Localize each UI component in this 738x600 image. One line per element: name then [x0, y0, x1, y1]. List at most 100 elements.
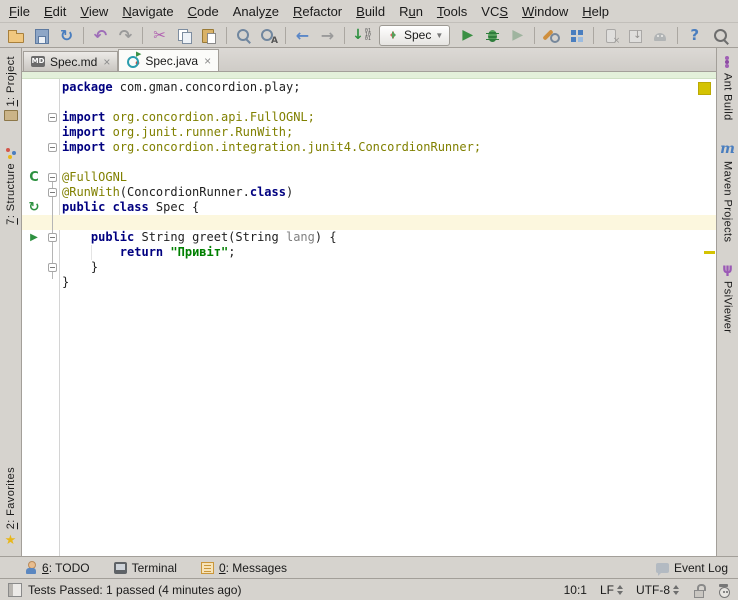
find-icon[interactable]: [231, 25, 256, 46]
run-method-icon[interactable]: [26, 230, 42, 245]
tab-close-icon[interactable]: ×: [103, 55, 110, 69]
hector-icon[interactable]: [717, 583, 730, 598]
line-separator-widget[interactable]: LF: [600, 583, 623, 597]
tab-close-icon[interactable]: ×: [204, 54, 211, 68]
tab-spec-md[interactable]: Spec.md ×: [23, 51, 119, 71]
run-icon[interactable]: [455, 25, 480, 46]
code-line-14[interactable]: }: [62, 275, 69, 290]
coverage-icon[interactable]: [505, 25, 530, 46]
code-line-11[interactable]: public String greet(String lang) {: [62, 230, 337, 245]
menu-file[interactable]: File: [2, 2, 37, 21]
copy-icon[interactable]: [172, 25, 197, 46]
code-line-13[interactable]: }: [62, 260, 98, 275]
application-window: File Edit View Navigate Code Analyze Refactor B…: [0, 0, 738, 600]
code-line-9[interactable]: public class Spec {: [62, 200, 199, 215]
menu-view[interactable]: View: [73, 2, 115, 21]
forward-icon[interactable]: [315, 25, 340, 46]
tool-button-terminal[interactable]: Terminal: [113, 561, 177, 575]
indent-guide-line: [90, 245, 92, 260]
warning-stripe-mark[interactable]: [704, 251, 715, 254]
caret-position-widget[interactable]: 10:1: [564, 583, 587, 597]
menu-analyze[interactable]: Analyze: [226, 2, 286, 21]
right-stripe-top: Ant Build Maven Projects PsiViewer: [720, 56, 735, 333]
debug-icon[interactable]: [480, 25, 505, 46]
maven-icon: [720, 141, 735, 157]
tool-button-ant-build[interactable]: Ant Build: [721, 56, 733, 121]
run-class-icon[interactable]: [26, 200, 42, 215]
concordion-class-icon: [126, 50, 141, 68]
fold-marker[interactable]: [48, 233, 57, 242]
fold-marker[interactable]: [48, 173, 57, 182]
tab-spec-java[interactable]: Spec.java ×: [118, 49, 220, 71]
inspection-status-indicator[interactable]: [698, 82, 711, 95]
tool-button-label: 0: Messages: [218, 560, 287, 575]
menu-tools[interactable]: Tools: [430, 2, 474, 21]
code-line-5[interactable]: import org.concordion.integration.junit4…: [62, 140, 481, 155]
favorites-icon: [5, 533, 17, 548]
menu-help[interactable]: Help: [575, 2, 616, 21]
tab-label: Spec.java: [145, 53, 199, 68]
device-icon[interactable]: [598, 25, 623, 46]
code-line-3[interactable]: import org.concordion.api.FullOGNL;: [62, 110, 315, 125]
tool-button-1-project[interactable]: 1: Project: [3, 56, 18, 122]
help-icon[interactable]: [682, 25, 707, 46]
redo-icon[interactable]: [113, 25, 138, 46]
menu-window[interactable]: Window: [515, 2, 575, 21]
code-line-4[interactable]: import org.junit.runner.RunWith;: [62, 125, 293, 140]
ant-icon: [721, 56, 733, 69]
save-icon[interactable]: [29, 25, 54, 46]
back-icon[interactable]: [290, 25, 315, 46]
android-icon[interactable]: [648, 25, 673, 46]
messages-icon: [200, 561, 214, 574]
bottom-tool-buttons: 6: TODO Terminal 0: Messages: [24, 561, 287, 575]
code-line-12[interactable]: return "Привіт";: [62, 245, 236, 260]
toolwindow-toggle-icon[interactable]: [8, 582, 22, 597]
terminal-icon: [113, 561, 127, 574]
fold-marker[interactable]: [48, 188, 57, 197]
tool-button-maven-projects[interactable]: Maven Projects: [720, 141, 735, 242]
psiviewer-icon: [722, 262, 732, 277]
tool-button-label: 7: Structure: [4, 163, 17, 226]
update-project-icon[interactable]: [349, 25, 374, 46]
encoding-widget[interactable]: UTF-8: [636, 583, 679, 597]
menu-bar: File Edit View Navigate Code Analyze Refactor B…: [0, 0, 738, 23]
tool-button-2-favorites[interactable]: 2: Favorites: [5, 467, 17, 548]
sdk-download-icon[interactable]: [623, 25, 648, 46]
fold-marker[interactable]: [48, 143, 57, 152]
project-structure-icon[interactable]: [564, 25, 589, 46]
menu-refactor[interactable]: Refactor: [286, 2, 349, 21]
lock-icon[interactable]: [692, 583, 706, 598]
paste-icon[interactable]: [197, 25, 222, 46]
undo-icon[interactable]: [88, 25, 113, 46]
toolbar-separator: [593, 26, 595, 44]
tool-button-0-messages[interactable]: 0: Messages: [200, 560, 287, 575]
tool-button-psiviewer[interactable]: PsiViewer: [721, 262, 733, 333]
replace-icon[interactable]: [256, 25, 281, 46]
menu-navigate[interactable]: Navigate: [115, 2, 180, 21]
tool-button-7-structure[interactable]: 7: Structure: [5, 147, 17, 225]
fold-marker[interactable]: [48, 113, 57, 122]
run-configuration-select[interactable]: Spec ▼: [379, 24, 451, 46]
tool-button-label: 6: TODO: [42, 560, 90, 575]
search-everywhere-icon[interactable]: [709, 25, 734, 46]
chevron-down-icon: ▼: [435, 30, 444, 40]
fold-marker[interactable]: [48, 263, 57, 272]
menu-run[interactable]: Run: [392, 2, 430, 21]
menu-build[interactable]: Build: [349, 2, 392, 21]
settings-icon[interactable]: [539, 25, 564, 46]
event-log-button[interactable]: Event Log: [655, 561, 728, 576]
code-line-7[interactable]: @FullOGNL: [62, 170, 127, 185]
tool-button-6-todo[interactable]: 6: TODO: [24, 561, 90, 575]
editor[interactable]: package com.gman.concordion.play; import …: [22, 79, 716, 556]
menu-edit[interactable]: Edit: [37, 2, 73, 21]
menu-vcs[interactable]: VCS: [474, 2, 515, 21]
cut-icon[interactable]: [147, 25, 172, 46]
menu-code[interactable]: Code: [181, 2, 226, 21]
concordion-run-icon[interactable]: [26, 170, 42, 185]
code-line-1[interactable]: package com.gman.concordion.play;: [62, 80, 300, 95]
tab-underline-strip: [22, 72, 716, 79]
code-line-8[interactable]: @RunWith(ConcordionRunner.class): [62, 185, 293, 200]
synchronize-icon[interactable]: [54, 25, 79, 46]
tool-button-label: Maven Projects: [721, 160, 734, 243]
open-folder-icon[interactable]: [4, 25, 29, 46]
